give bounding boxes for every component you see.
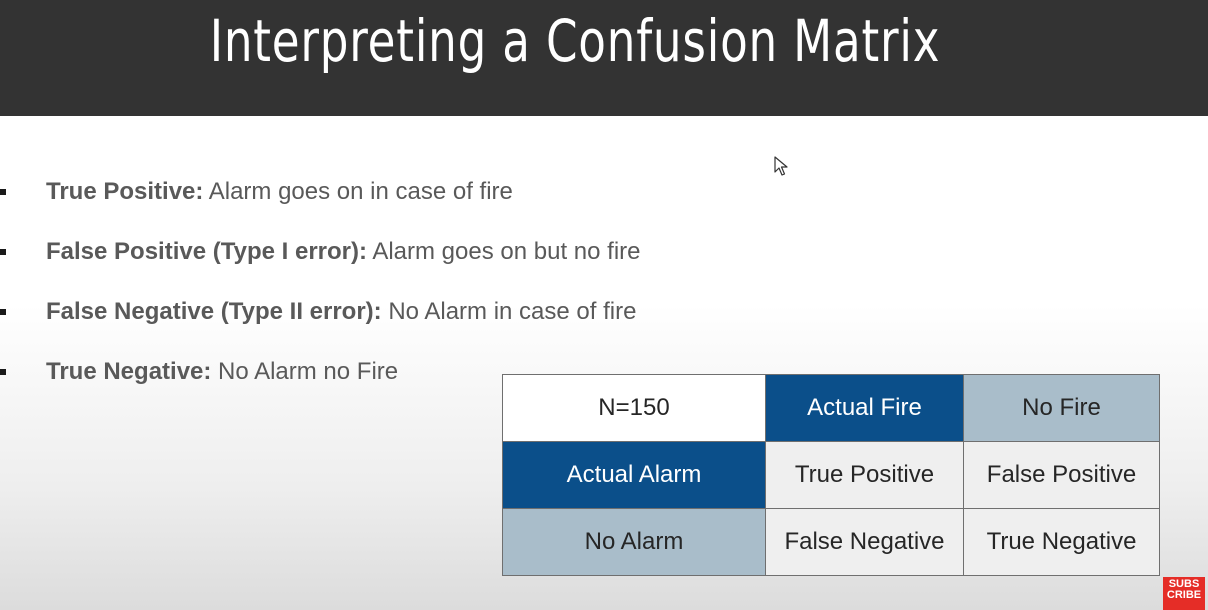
bullet-term: False Positive (Type I error): bbox=[46, 238, 367, 265]
bullet-marker bbox=[0, 249, 6, 255]
row-header-no-alarm: No Alarm bbox=[502, 508, 766, 576]
list-item: False Negative (Type II error): No Alarm… bbox=[0, 292, 760, 332]
slide-header: Interpreting a Confusion Matrix bbox=[0, 0, 1208, 116]
bullet-marker bbox=[0, 309, 6, 315]
bullet-marker bbox=[0, 189, 6, 195]
slide-title: Interpreting a Confusion Matrix bbox=[209, 7, 941, 75]
table-row: N=150 Actual Fire No Fire bbox=[502, 374, 1160, 442]
confusion-matrix-table: N=150 Actual Fire No Fire Actual Alarm T… bbox=[502, 374, 1160, 576]
row-header-actual-alarm: Actual Alarm bbox=[502, 441, 766, 509]
bullet-text: Alarm goes on in case of fire bbox=[203, 178, 513, 205]
list-item: True Positive: Alarm goes on in case of … bbox=[0, 172, 760, 212]
cell-false-negative: False Negative bbox=[765, 508, 964, 576]
subscribe-badge-line: CRIBE bbox=[1166, 589, 1202, 601]
table-row: Actual Alarm True Positive False Positiv… bbox=[502, 441, 1160, 509]
bullet-text: No Alarm in case of fire bbox=[381, 298, 637, 325]
bullet-text: Alarm goes on but no fire bbox=[367, 238, 641, 265]
column-header-no-fire: No Fire bbox=[963, 374, 1160, 442]
column-header-actual-fire: Actual Fire bbox=[765, 374, 964, 442]
cell-true-negative: True Negative bbox=[963, 508, 1160, 576]
bullet-term: False Negative (Type II error): bbox=[46, 298, 382, 325]
bullet-marker bbox=[0, 369, 6, 375]
cell-false-positive: False Positive bbox=[963, 441, 1160, 509]
bullet-term: True Positive: bbox=[46, 178, 204, 205]
table-row: No Alarm False Negative True Negative bbox=[502, 508, 1160, 576]
bullet-term: True Negative: bbox=[46, 358, 212, 385]
list-item: False Positive (Type I error): Alarm goe… bbox=[0, 232, 760, 272]
cell-true-positive: True Positive bbox=[765, 441, 964, 509]
subscribe-badge-icon[interactable]: SUBS CRIBE bbox=[1163, 577, 1205, 610]
bullet-text: No Alarm no Fire bbox=[211, 358, 399, 385]
mouse-pointer-icon bbox=[774, 156, 788, 176]
matrix-corner-cell: N=150 bbox=[502, 374, 766, 442]
